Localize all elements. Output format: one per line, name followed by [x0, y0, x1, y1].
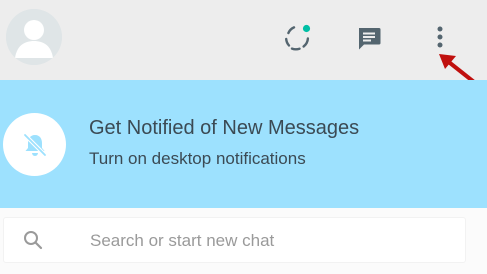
bell-off-icon [22, 132, 47, 157]
menu-kebab-icon [437, 26, 443, 48]
status-icon [285, 24, 311, 51]
search-icon [24, 231, 43, 250]
user-avatar-icon [6, 9, 62, 65]
profile-avatar[interactable] [6, 9, 62, 65]
search-input[interactable] [90, 229, 450, 253]
new-chat-button[interactable] [355, 24, 383, 52]
new-chat-icon [359, 28, 381, 50]
sidebar-header [0, 0, 487, 80]
status-button[interactable] [283, 24, 311, 52]
enable-notifications-link[interactable]: Turn on desktop notifications [89, 149, 306, 169]
banner-title: Get Notified of New Messages [89, 117, 360, 139]
notification-banner[interactable] [0, 80, 487, 208]
menu-button[interactable] [426, 24, 454, 52]
notification-bell-badge [3, 113, 66, 176]
